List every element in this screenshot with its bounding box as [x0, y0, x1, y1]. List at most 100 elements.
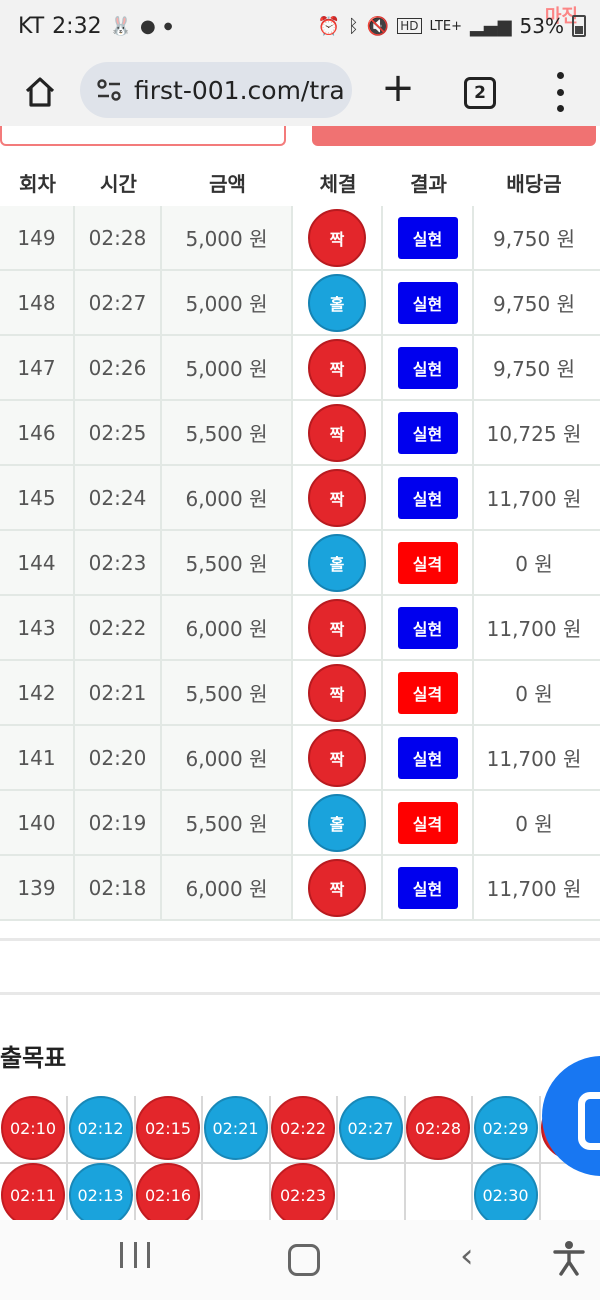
pick-ball: 짝 [308, 663, 366, 722]
result-ball: 02:28 [406, 1096, 470, 1160]
time-cell: 02:19 [75, 791, 162, 854]
result-badge: 실현 [397, 216, 458, 259]
result-badge: 실현 [397, 281, 458, 324]
result-ball: 02:12 [68, 1096, 133, 1160]
divider [0, 938, 600, 941]
system-nav-bar: ‹ [0, 1220, 600, 1300]
recent-apps-icon[interactable] [120, 1242, 150, 1272]
table-row: 140 02:19 5,500 원 홀 실격 0 원 [0, 791, 600, 856]
home-button[interactable] [18, 70, 62, 114]
amount-cell: 5,500 원 [162, 401, 293, 464]
result-badge: 실격 [397, 801, 458, 844]
status-right: ⏰ ᛒ 🔇 HD LTE+ ▂▄▆ 53% [318, 14, 586, 38]
table-row: 143 02:22 6,000 원 짝 실현 11,700 원 [0, 596, 600, 661]
pick-cell: 홀 [293, 791, 383, 854]
header-round: 회차 [19, 172, 56, 196]
time-cell: 02:23 [75, 531, 162, 594]
pick-ball: 짝 [308, 403, 366, 462]
result-cell: 실현 [383, 856, 474, 919]
result-badge: 실격 [397, 671, 458, 714]
amount-cell: 5,500 원 [162, 791, 293, 854]
bet-history-table: 149 02:28 5,000 원 짝 실현 9,750 원 148 02:27 5,000 원… [0, 206, 600, 921]
result-ball: 02:29 [473, 1096, 538, 1160]
time-cell: 02:26 [75, 336, 162, 399]
result-cell: 실현 [383, 726, 474, 789]
amount-cell: 5,500 원 [162, 661, 293, 724]
result-grid: 02:10 02:11 02:12 02:13 02:15 02:16 02:21 02:22… [0, 1096, 600, 1220]
pick-cell: 홀 [293, 271, 383, 334]
amount-cell: 6,000 원 [162, 466, 293, 529]
plus-icon: + [381, 65, 415, 111]
result-ball: 02:23 [271, 1163, 335, 1220]
time-cell: 02:22 [75, 596, 162, 659]
clock: 2:32 [52, 14, 102, 39]
payout-cell: 0 원 [474, 791, 594, 854]
result-ball: 02:27 [338, 1096, 403, 1160]
dot-icon: ● [163, 21, 173, 32]
table-row: 146 02:25 5,500 원 짝 실현 10,725 원 [0, 401, 600, 466]
header-payout: 배당금 [506, 172, 562, 196]
pick-ball: 홀 [308, 793, 366, 852]
pick-ball: 짝 [308, 338, 366, 397]
result-cell: 실현 [383, 206, 474, 269]
table-row: 144 02:23 5,500 원 홀 실격 0 원 [0, 531, 600, 596]
result-cell: 실현 [383, 596, 474, 659]
amount-cell: 5,000 원 [162, 336, 293, 399]
pick-cell: 짝 [293, 336, 383, 399]
result-cell: 실현 [383, 466, 474, 529]
chat-icon [578, 1092, 600, 1150]
amount-cell: 6,000 원 [162, 726, 293, 789]
status-left: KT 2:32 🐰 ● ● [18, 14, 172, 39]
round-cell: 141 [0, 726, 75, 789]
address-bar[interactable]: first-001.com/tra [80, 62, 352, 118]
rabbit-icon: 🐰 [109, 16, 132, 37]
top-tab-left[interactable] [0, 126, 286, 146]
time-cell: 02:28 [75, 206, 162, 269]
time-cell: 02:25 [75, 401, 162, 464]
round-cell: 146 [0, 401, 75, 464]
pick-cell: 짝 [293, 206, 383, 269]
nav-home-icon[interactable] [288, 1244, 320, 1276]
result-cell: 실격 [383, 531, 474, 594]
bluetooth-icon: ᛒ [348, 15, 359, 37]
table-row: 148 02:27 5,000 원 홀 실현 9,750 원 [0, 271, 600, 336]
payout-cell: 11,700 원 [474, 466, 594, 529]
payout-cell: 0 원 [474, 661, 594, 724]
pick-cell: 짝 [293, 596, 383, 659]
back-icon[interactable]: ‹ [460, 1236, 474, 1276]
site-settings-icon[interactable] [96, 77, 122, 103]
tab-switcher-button[interactable]: 2 [464, 77, 496, 109]
round-cell: 148 [0, 271, 75, 334]
round-cell: 140 [0, 791, 75, 854]
time-cell: 02:20 [75, 726, 162, 789]
result-ball: 02:11 [1, 1163, 65, 1220]
payout-cell: 11,700 원 [474, 726, 594, 789]
result-ball: 02:22 [271, 1096, 335, 1160]
signal-icon: ▂▄▆ [470, 15, 512, 37]
payout-cell: 11,700 원 [474, 856, 594, 919]
top-tab-right[interactable] [312, 126, 596, 146]
accessibility-icon[interactable] [552, 1240, 586, 1276]
status-bar: KT 2:32 🐰 ● ● 마진 ⏰ ᛒ 🔇 HD LTE+ ▂▄▆ 53% [0, 0, 600, 56]
round-cell: 144 [0, 531, 75, 594]
pick-cell: 짝 [293, 466, 383, 529]
alarm-icon: ⏰ [317, 15, 341, 37]
amount-cell: 5,000 원 [162, 206, 293, 269]
more-vert-icon[interactable] [546, 72, 574, 112]
result-ball: 02:13 [68, 1163, 133, 1220]
amount-cell: 5,000 원 [162, 271, 293, 334]
network-type: LTE+ [429, 18, 463, 34]
new-tab-button[interactable]: + [376, 68, 420, 112]
header-amount: 금액 [209, 172, 246, 196]
time-cell: 02:21 [75, 661, 162, 724]
result-cell: 실격 [383, 791, 474, 854]
round-cell: 142 [0, 661, 75, 724]
table-row: 149 02:28 5,000 원 짝 실현 9,750 원 [0, 206, 600, 271]
time-cell: 02:18 [75, 856, 162, 919]
url-text: first-001.com/tra [134, 75, 345, 105]
result-cell: 실현 [383, 336, 474, 399]
payout-cell: 10,725 원 [474, 401, 594, 464]
round-cell: 147 [0, 336, 75, 399]
amount-cell: 6,000 원 [162, 596, 293, 659]
header-time: 시간 [100, 172, 137, 196]
